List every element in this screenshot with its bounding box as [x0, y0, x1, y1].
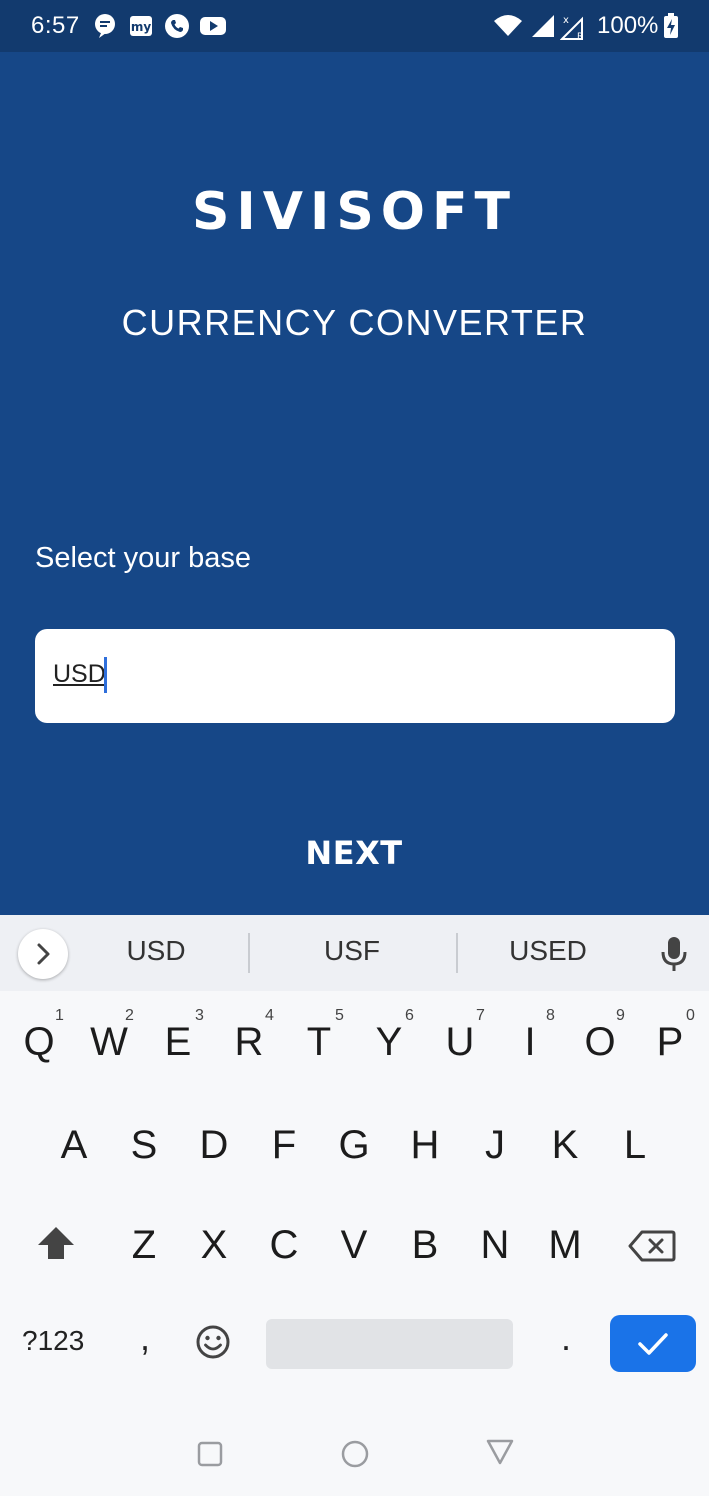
enter-key[interactable]	[610, 1315, 696, 1372]
key-t-number: 5	[335, 1007, 344, 1024]
key-m[interactable]: M	[535, 1223, 595, 1268]
key-e[interactable]: E	[148, 1020, 208, 1065]
period-key[interactable]: .	[556, 1317, 576, 1359]
suggestion-3[interactable]: USED	[458, 935, 638, 967]
status-bar: 6:57 my xR 100%	[0, 0, 709, 52]
status-time: 6:57	[31, 12, 80, 39]
key-w[interactable]: W	[79, 1020, 139, 1065]
key-y[interactable]: Y	[359, 1020, 419, 1065]
key-o-number: 9	[616, 1007, 625, 1024]
key-r-number: 4	[265, 1007, 274, 1024]
base-currency-value: USD	[53, 660, 106, 688]
home-icon[interactable]	[341, 1440, 369, 1473]
chat-icon	[93, 13, 117, 44]
suggestion-divider	[248, 933, 250, 973]
chevron-right-icon	[37, 943, 50, 965]
signal-icon	[530, 13, 556, 44]
back-icon[interactable]	[485, 1438, 515, 1471]
suggestion-1[interactable]: USD	[66, 935, 246, 967]
key-e-number: 3	[195, 1007, 204, 1024]
key-x[interactable]: X	[184, 1223, 244, 1268]
navigation-bar	[0, 1415, 709, 1496]
key-l[interactable]: L	[605, 1123, 665, 1168]
key-n[interactable]: N	[465, 1223, 525, 1268]
base-currency-label: Select your base	[35, 542, 252, 574]
emoji-key[interactable]	[195, 1324, 231, 1365]
key-o[interactable]: O	[570, 1020, 630, 1065]
key-u[interactable]: U	[430, 1020, 490, 1065]
key-j[interactable]: J	[465, 1123, 525, 1168]
youtube-icon	[199, 13, 227, 44]
key-h[interactable]: H	[395, 1123, 455, 1168]
base-currency-input[interactable]: USD	[35, 629, 675, 723]
next-button[interactable]: NEXT	[254, 828, 454, 878]
key-t[interactable]: T	[289, 1020, 349, 1065]
svg-text:x: x	[563, 15, 569, 26]
wifi-icon	[492, 13, 524, 44]
key-c[interactable]: C	[254, 1223, 314, 1268]
key-f[interactable]: F	[254, 1123, 314, 1168]
shift-key[interactable]	[36, 1225, 76, 1266]
key-i[interactable]: I	[500, 1020, 560, 1065]
key-q-number: 1	[55, 1007, 64, 1024]
key-k[interactable]: K	[535, 1123, 595, 1168]
svg-text:R: R	[577, 32, 583, 41]
keyboard: USD USF USED Q 1 W 2 E 3 R 4 T 5 Y 6 U 7…	[0, 915, 709, 1496]
key-a[interactable]: A	[44, 1123, 104, 1168]
key-i-number: 8	[546, 1007, 555, 1024]
suggestion-2[interactable]: USF	[262, 935, 442, 967]
space-key[interactable]	[266, 1319, 513, 1369]
recents-icon[interactable]	[197, 1441, 223, 1472]
key-q[interactable]: Q	[9, 1020, 69, 1065]
shift-icon	[38, 1227, 74, 1259]
key-b[interactable]: B	[395, 1223, 455, 1268]
key-y-number: 6	[405, 1007, 414, 1024]
key-v[interactable]: V	[324, 1223, 384, 1268]
suggestion-bar: USD USF USED	[0, 915, 709, 991]
paytm-icon: my	[128, 13, 154, 44]
backspace-key[interactable]	[628, 1229, 676, 1268]
svg-text:my: my	[131, 20, 152, 34]
backspace-icon	[628, 1230, 676, 1262]
key-p[interactable]: P	[640, 1020, 700, 1065]
key-d[interactable]: D	[184, 1123, 244, 1168]
emoji-icon	[196, 1325, 230, 1359]
expand-toolbar-button[interactable]	[18, 929, 68, 979]
microphone-icon[interactable]	[660, 935, 688, 978]
app-subtitle: CURRENCY CONVERTER	[121, 302, 588, 343]
battery-percent: 100%	[597, 12, 659, 39]
key-p-number: 0	[686, 1007, 695, 1024]
symbols-key[interactable]: ?123	[22, 1325, 84, 1357]
key-w-number: 2	[125, 1007, 134, 1024]
phone-icon	[164, 13, 190, 44]
key-u-number: 7	[476, 1007, 485, 1024]
key-g[interactable]: G	[324, 1123, 384, 1168]
check-icon	[638, 1333, 668, 1355]
key-r[interactable]: R	[219, 1020, 279, 1065]
app-screen: SIVISOFT CURRENCY CONVERTER Select your …	[0, 52, 709, 915]
key-s[interactable]: S	[114, 1123, 174, 1168]
text-caret	[104, 657, 107, 693]
battery-charging-icon	[663, 13, 679, 44]
key-z[interactable]: Z	[114, 1223, 174, 1268]
comma-key[interactable]: ,	[133, 1317, 157, 1359]
brand-logo-text: SIVISOFT	[191, 182, 518, 242]
no-signal-icon: xR	[559, 13, 586, 46]
